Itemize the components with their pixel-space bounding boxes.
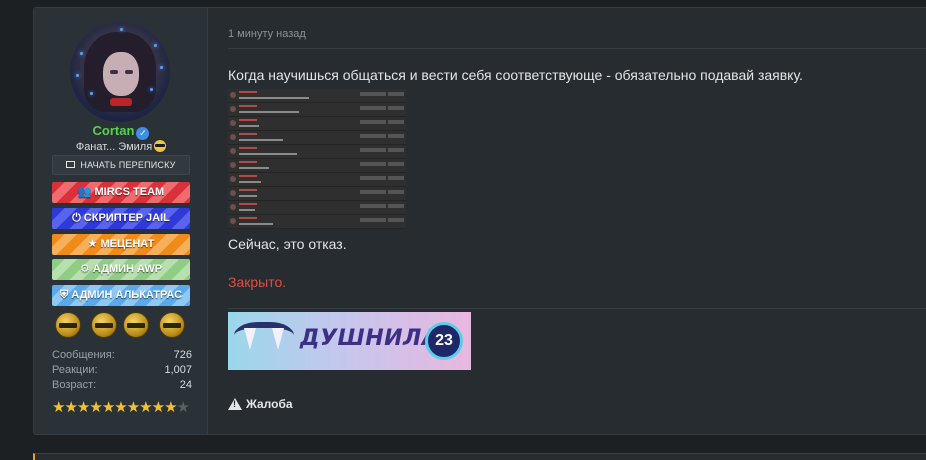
screenshot-row xyxy=(228,89,406,103)
screenshot-row xyxy=(228,145,406,159)
rating-star-icon: ★ xyxy=(89,399,102,416)
trophy-icon[interactable] xyxy=(91,312,117,338)
rating-star-icon: ★ xyxy=(164,399,177,416)
screenshot-row xyxy=(228,159,406,173)
users-icon: 👥 xyxy=(77,186,92,198)
report-button[interactable]: Жалоба xyxy=(228,397,293,411)
divider xyxy=(228,48,926,49)
rating-star-icon: ★ xyxy=(126,399,140,416)
next-post xyxy=(33,453,926,460)
rating-star-icon: ★ xyxy=(114,399,127,416)
rating-star-icon: ★ xyxy=(64,399,77,416)
shield-icon: ⛨ xyxy=(59,289,69,301)
post-status-closed: Закрыто. xyxy=(228,274,287,290)
stat-label: Сообщения: xyxy=(52,349,115,361)
post-timestamp[interactable]: 1 минуту назад xyxy=(228,28,306,40)
screenshot-row xyxy=(228,131,406,145)
rating-star-icon: ★ xyxy=(76,399,90,416)
stat-age: Возраст: 24 xyxy=(52,378,192,393)
trophy-icon[interactable] xyxy=(159,312,185,338)
power-icon: ⏻ xyxy=(72,212,81,224)
start-conversation-button[interactable]: НАЧАТЬ ПЕРЕПИСКУ xyxy=(52,155,190,175)
verified-icon: ✓ xyxy=(136,127,150,140)
rating-star-icon: ★ xyxy=(176,399,190,416)
user-badge-admin-alcatraz: ⛨ АДМИН АЛЬКАТРАС xyxy=(52,285,190,306)
rating-star-icon: ★ xyxy=(52,399,65,416)
stat-value: 1,007 xyxy=(164,364,192,376)
user-badge-admin-awp: ⚙ АДМИН AWP xyxy=(52,259,190,280)
start-conversation-label: НАЧАТЬ ПЕРЕПИСКУ xyxy=(80,160,176,170)
signature-divider xyxy=(228,308,926,309)
username[interactable]: Cortan ✓ xyxy=(34,123,208,140)
user-title: Фанат... Эмиля xyxy=(34,140,208,153)
signature-banner: ДУШНИЛА 23 xyxy=(228,312,471,370)
post-verdict: Сейчас, это отказ. xyxy=(228,236,347,252)
user-stats: Сообщения: 726 Реакции: 1,007 Возраст: 24 xyxy=(52,348,192,393)
badge-label: АДМИН AWP xyxy=(92,263,163,275)
banner-text: ДУШНИЛА xyxy=(300,326,440,351)
user-badge-patron: ★ МЕЦЕНАТ xyxy=(52,234,190,255)
stat-value: 24 xyxy=(179,379,192,391)
stat-reactions: Реакции: 1,007 xyxy=(52,363,192,378)
stat-label: Реакции: xyxy=(52,364,98,376)
badge-label: МЕЦЕНАТ xyxy=(100,238,155,250)
screenshot-row xyxy=(228,173,406,187)
badge-label: MIRCS TEAM xyxy=(94,186,165,198)
star-icon: ★ xyxy=(87,238,98,250)
attached-screenshot[interactable] xyxy=(228,89,406,229)
trophy-list xyxy=(51,312,191,338)
username-text[interactable]: Cortan xyxy=(93,123,135,138)
gear-icon: ⚙ xyxy=(79,263,90,275)
report-label: Жалоба xyxy=(246,397,293,411)
avatar[interactable] xyxy=(70,22,170,122)
stat-label: Возраст: xyxy=(52,379,97,391)
envelope-icon xyxy=(66,161,76,168)
screenshot-row xyxy=(228,201,406,215)
post-message: Когда научишься общаться и вести себя со… xyxy=(228,67,803,83)
user-title-text: Фанат... Эмиля xyxy=(75,141,153,153)
badge-label: СКРИПТЕР JAIL xyxy=(83,212,170,224)
screenshot-row xyxy=(228,117,406,131)
stat-messages: Сообщения: 726 xyxy=(52,348,192,363)
screenshot-row xyxy=(228,215,406,229)
trophy-icon[interactable] xyxy=(55,312,81,338)
user-rating-stars: ★★★★★★★★★★★ xyxy=(52,398,190,416)
rating-star-icon: ★ xyxy=(139,399,152,416)
warning-icon xyxy=(228,398,242,410)
user-badge-mircs-team: 👥 MIRCS TEAM xyxy=(52,182,190,203)
user-info-column: Cortan ✓ Фанат... Эмиля НАЧАТЬ ПЕРЕПИСКУ … xyxy=(34,8,208,434)
screenshot-row xyxy=(228,187,406,201)
screenshot-row xyxy=(228,103,406,117)
banner-number: 23 xyxy=(425,322,463,360)
badge-label: АДМИН АЛЬКАТРАС xyxy=(71,289,183,301)
trophy-icon[interactable] xyxy=(123,312,149,338)
forum-post: Cortan ✓ Фанат... Эмиля НАЧАТЬ ПЕРЕПИСКУ … xyxy=(33,7,926,435)
fangs-icon xyxy=(234,322,294,356)
rating-star-icon: ★ xyxy=(101,399,115,416)
sunglasses-emoji-icon xyxy=(154,140,167,152)
rating-star-icon: ★ xyxy=(151,399,165,416)
user-badge-scripter-jail: ⏻ СКРИПТЕР JAIL xyxy=(52,208,190,229)
stat-value[interactable]: 726 xyxy=(174,348,192,363)
